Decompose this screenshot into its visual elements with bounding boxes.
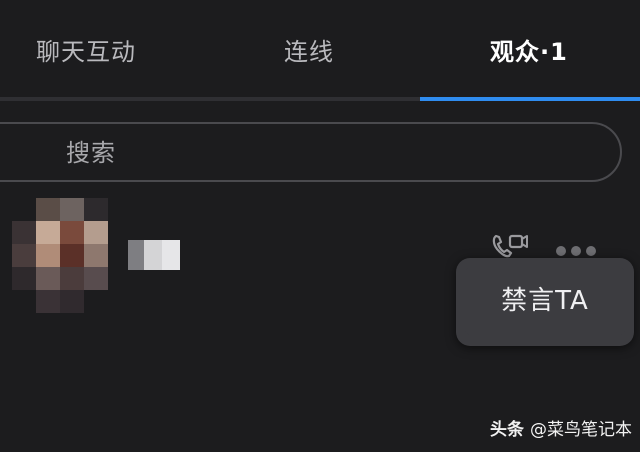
watermark-author: @菜鸟笔记本 bbox=[530, 420, 632, 440]
tab-active-indicator bbox=[420, 97, 640, 101]
popup-menu: 禁言TA bbox=[456, 258, 634, 346]
tab-audience[interactable]: 观众·1 bbox=[490, 34, 568, 70]
tab-connect[interactable]: 连线 bbox=[284, 34, 334, 70]
audience-name bbox=[128, 240, 180, 270]
tab-bar: 聊天互动 连线 观众·1 bbox=[0, 0, 640, 101]
more-icon[interactable] bbox=[556, 246, 596, 258]
mute-user-button[interactable]: 禁言TA bbox=[464, 266, 626, 336]
tab-chat[interactable]: 聊天互动 bbox=[36, 34, 136, 70]
watermark: 头条 @菜鸟笔记本 bbox=[490, 418, 632, 442]
video-call-icon[interactable] bbox=[490, 232, 530, 260]
search-input[interactable]: 搜索 bbox=[0, 122, 622, 182]
watermark-brand: 头条 bbox=[490, 420, 524, 440]
search-placeholder: 搜索 bbox=[66, 139, 116, 167]
avatar[interactable] bbox=[12, 198, 108, 314]
